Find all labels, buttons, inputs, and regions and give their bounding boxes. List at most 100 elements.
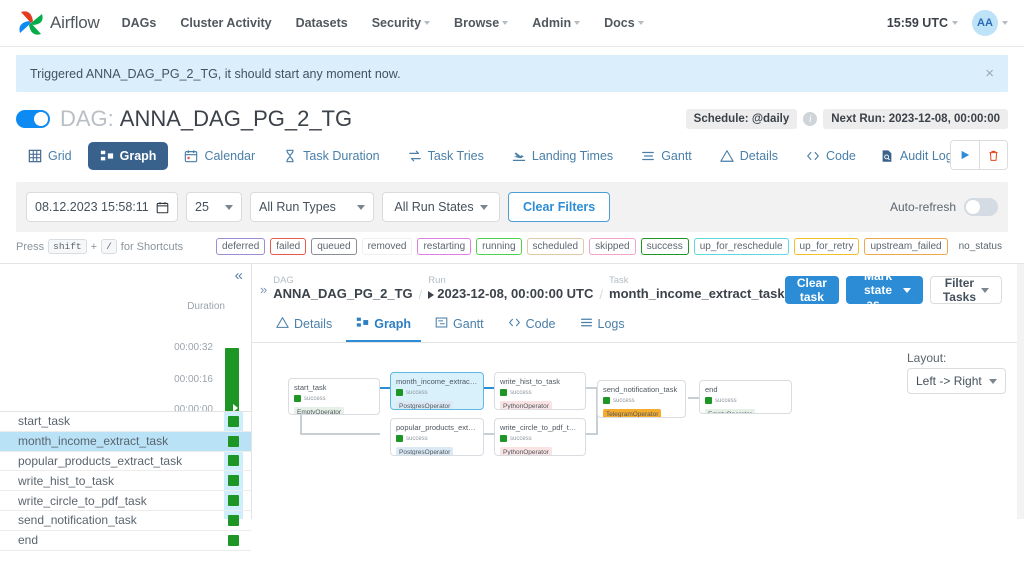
status-badge-no-status[interactable]: no_status — [953, 238, 1008, 255]
utc-time-selector[interactable]: 15:59 UTC — [887, 16, 958, 30]
axis-tick-mid: 00:00:16 — [174, 374, 213, 385]
user-menu[interactable]: AA — [972, 10, 1008, 36]
status-badge-scheduled[interactable]: scheduled — [526, 238, 585, 255]
nav-link-dags[interactable]: DAGs — [122, 16, 157, 30]
nav-link-cluster-activity[interactable]: Cluster Activity — [180, 16, 271, 30]
collapse-panel-button[interactable]: « — [235, 268, 243, 283]
task-status-square[interactable] — [228, 495, 239, 507]
list-item[interactable]: month_income_extract_task — [0, 431, 251, 452]
brand-logo-group[interactable]: Airflow — [16, 8, 100, 38]
task-status-square[interactable] — [228, 415, 239, 427]
tab-calendar[interactable]: Calendar — [172, 142, 267, 170]
nav-link-browse[interactable]: Browse — [454, 16, 509, 30]
graph-node-start-task[interactable]: start_task success EmptyOperator — [288, 378, 380, 415]
node-operator-badge: PythonOperator — [500, 447, 552, 455]
status-badge-success[interactable]: success — [640, 238, 689, 255]
close-icon[interactable]: × — [985, 66, 994, 81]
nav-link-admin[interactable]: Admin — [532, 16, 581, 30]
status-badge-restarting[interactable]: restarting — [417, 238, 472, 255]
retry-icon — [408, 149, 422, 163]
status-badge-removed[interactable]: removed — [361, 238, 413, 255]
subtab-label: Code — [525, 317, 556, 331]
task-status-square[interactable] — [228, 514, 239, 526]
subtab-logs[interactable]: Logs — [570, 310, 635, 342]
clear-filters-button[interactable]: Clear Filters — [508, 192, 611, 222]
tab-gantt[interactable]: Gantt — [629, 142, 704, 170]
run-count-select[interactable]: 25 — [186, 192, 242, 222]
breadcrumb-run[interactable]: Run 2023-12-08, 00:00:00 UTC — [428, 275, 593, 303]
status-badge-up-for-retry[interactable]: up_for_retry — [793, 238, 860, 255]
mark-state-button[interactable]: Mark state as... — [846, 269, 923, 311]
layout-select[interactable]: Left -> Right — [907, 368, 1006, 394]
graph-node-write-circle-to-pdf-task[interactable]: write_circle_to_pdf_task success PythonO… — [494, 418, 586, 456]
status-badge-upstream-failed[interactable]: upstream_failed — [864, 238, 948, 255]
task-name: write_hist_to_task — [18, 473, 115, 488]
status-badge-failed[interactable]: failed — [270, 238, 307, 255]
list-item[interactable]: start_task — [0, 412, 251, 432]
nav-link-datasets[interactable]: Datasets — [296, 16, 348, 30]
tab-task-tries[interactable]: Task Tries — [396, 142, 496, 170]
trigger-dag-button[interactable] — [951, 141, 979, 169]
list-item[interactable]: send_notification_task — [0, 511, 251, 531]
breadcrumb-task-value: month_income_extract_task — [609, 286, 785, 302]
nav-link-docs[interactable]: Docs — [604, 16, 644, 30]
info-icon[interactable]: i — [803, 112, 818, 126]
tab-grid[interactable]: Grid — [16, 142, 84, 170]
task-status-square[interactable] — [228, 475, 239, 487]
run-state-select[interactable]: All Run States — [382, 192, 500, 222]
subtab-graph[interactable]: Graph — [346, 310, 422, 342]
auto-refresh-toggle[interactable] — [964, 198, 998, 216]
status-badge-up-for-reschedule[interactable]: up_for_reschedule — [693, 238, 789, 255]
run-date-input[interactable]: 08.12.2023 15:58:11 — [26, 192, 178, 222]
tab-code[interactable]: Code — [794, 142, 868, 170]
nav-link-label: Browse — [454, 16, 500, 30]
status-square-icon — [603, 397, 610, 404]
task-status-square[interactable] — [228, 455, 239, 467]
node-state: success — [603, 397, 680, 404]
subtab-gantt[interactable]: Gantt — [425, 310, 494, 342]
list-item[interactable]: end — [0, 531, 251, 551]
graph-node-end[interactable]: end success EmptyOperator — [699, 380, 792, 414]
dag-run-duration-bar[interactable] — [225, 348, 239, 412]
node-operator-badge: PostgresOperator — [396, 447, 454, 455]
utc-time-label: 15:59 UTC — [886, 16, 948, 30]
tab-landing-times[interactable]: Landing Times — [500, 142, 625, 170]
status-square-icon — [500, 389, 507, 396]
breadcrumb-dag[interactable]: DAG ANNA_DAG_PG_2_TG — [273, 275, 412, 303]
tab-graph[interactable]: Graph — [87, 142, 169, 170]
delete-dag-button[interactable] — [979, 141, 1007, 169]
navbar-right: 15:59 UTC AA — [887, 10, 1008, 36]
status-badge-deferred[interactable]: deferred — [216, 238, 266, 255]
chevron-down-icon — [902, 287, 911, 293]
tab-task-duration[interactable]: Task Duration — [271, 142, 391, 170]
nav-link-security[interactable]: Security — [372, 16, 431, 30]
list-item[interactable]: write_circle_to_pdf_task — [0, 491, 251, 511]
subtab-details[interactable]: Details — [266, 310, 342, 342]
axis-tick-max: 00:00:32 — [174, 342, 213, 353]
tab-details[interactable]: Details — [708, 142, 790, 170]
dag-pause-toggle[interactable] — [16, 110, 50, 128]
clear-task-button[interactable]: Clear task — [784, 276, 840, 304]
hourglass-icon — [283, 149, 297, 163]
run-type-select[interactable]: All Run Types — [250, 192, 374, 222]
graph-node-popular-products-extract-task[interactable]: popular_products_extract_t... success Po… — [390, 418, 484, 456]
breadcrumb-task[interactable]: Task month_income_extract_task — [609, 275, 785, 303]
list-item[interactable]: popular_products_extract_task — [0, 452, 251, 472]
graph-node-write-hist-to-task[interactable]: write_hist_to_task success PythonOperato… — [494, 372, 586, 410]
filter-tasks-button[interactable]: Filter Tasks — [929, 276, 1002, 304]
task-status-square[interactable] — [228, 435, 239, 447]
subtab-code[interactable]: Code — [498, 310, 566, 342]
task-status-square[interactable] — [228, 534, 239, 546]
list-item[interactable]: write_hist_to_task — [0, 471, 251, 492]
graph-node-send-notification-task[interactable]: send_notification_task success TelegramO… — [597, 380, 686, 418]
status-badge-running[interactable]: running — [476, 238, 522, 255]
tab-label: Grid — [48, 149, 72, 163]
expand-panel-icon[interactable]: » — [260, 282, 267, 297]
vertical-scrollbar[interactable] — [1017, 264, 1024, 519]
graph-node-month-income-extract-task[interactable]: month_income_extract_task success Postgr… — [390, 372, 484, 410]
status-badge-skipped[interactable]: skipped — [589, 238, 636, 255]
subtab-label: Gantt — [453, 317, 484, 331]
node-operator-badge: EmptyOperator — [705, 409, 756, 413]
status-badge-queued[interactable]: queued — [311, 238, 357, 255]
graph-canvas[interactable]: Layout: Left -> Right start_task success… — [252, 343, 1024, 506]
